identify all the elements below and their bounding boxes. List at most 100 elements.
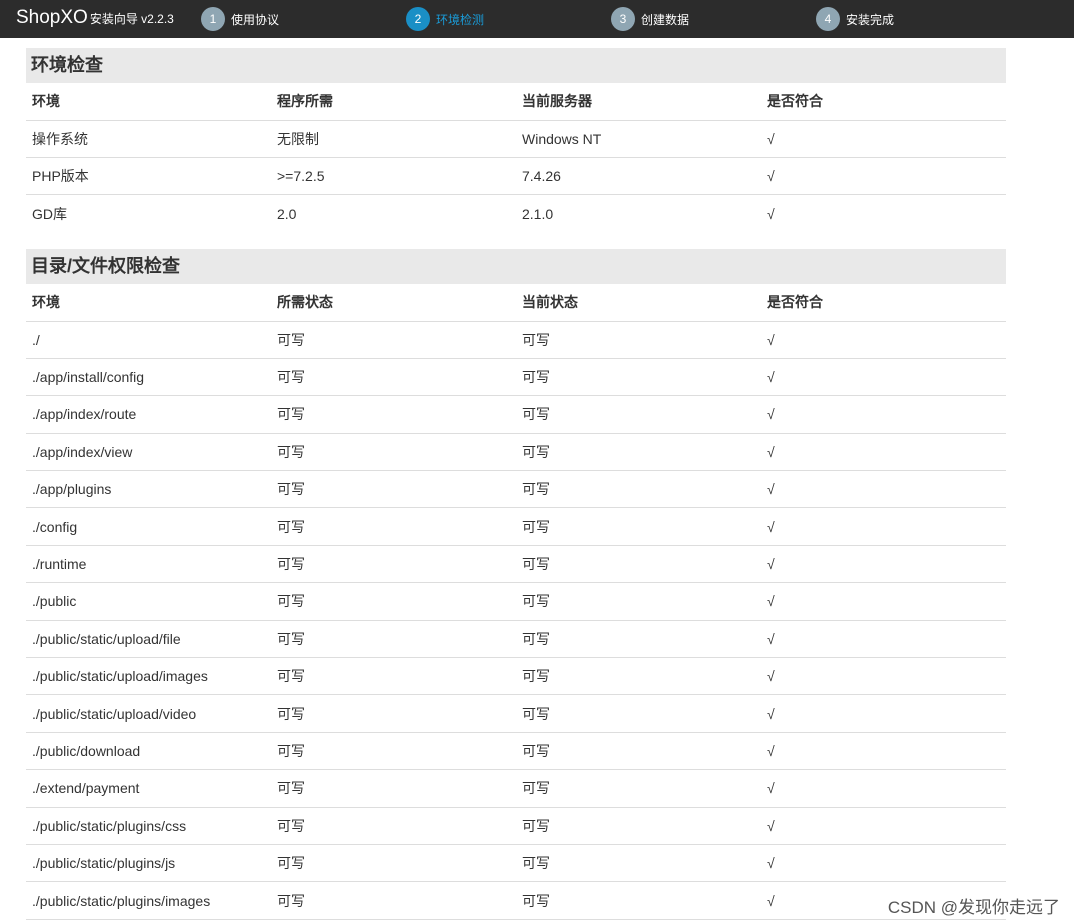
table-cell: 可写 <box>516 395 761 434</box>
table-cell: 可写 <box>516 321 761 359</box>
column-header: 环境 <box>26 83 271 121</box>
table-cell: ./public/static/plugins/css <box>26 807 271 845</box>
table-cell: 可写 <box>516 769 761 808</box>
table-cell: 可写 <box>271 433 516 472</box>
table-cell: ./public/download <box>26 732 271 771</box>
column-header: 当前服务器 <box>516 83 761 121</box>
table-row: ./可写 可写 √ <box>26 321 1006 359</box>
table-cell: 可写 <box>516 620 761 659</box>
column-header: 当前状态 <box>516 284 761 322</box>
table-cell: 可写 <box>271 694 516 733</box>
table-cell: ./app/index/route <box>26 395 271 434</box>
table-cell: ./public/static/upload/images <box>26 657 271 696</box>
check-mark: √ <box>761 507 1006 546</box>
table-cell: 可写 <box>271 844 516 883</box>
table-cell: 可写 <box>271 732 516 771</box>
table-cell: 可写 <box>516 470 761 509</box>
column-header: 是否符合 <box>761 284 1006 322</box>
table-row: ./runtime 可写 可写 √ <box>26 545 1006 584</box>
table-cell: 可写 <box>271 881 516 920</box>
table-cell: 可写 <box>516 582 761 621</box>
table-row: ./public/static/plugins/css 可写 可写 √ <box>26 807 1006 845</box>
check-mark: √ <box>761 582 1006 621</box>
check-mark: √ <box>761 732 1006 771</box>
step-agreement: 1 使用协议 <box>201 7 279 31</box>
top-bar: ShopXO 安装向导 v2.2.3 1 使用协议 2 环境检测 3 创建数据 4… <box>0 0 1074 38</box>
check-mark: √ <box>761 769 1006 808</box>
dir-check-section: 目录/文件权限检查 环境 所需状态 当前状态 是否符合 ./可写 可写 √ ./app… <box>26 249 1006 920</box>
table-cell: ./runtime <box>26 545 271 584</box>
step-number: 4 <box>816 7 840 31</box>
table-row: ./public 可写 可写 √ <box>26 582 1006 621</box>
section-title: 环境检查 <box>26 48 1006 83</box>
step-complete: 4 安装完成 <box>816 7 894 31</box>
table-row: ./app/index/route 可写 可写 √ <box>26 395 1006 434</box>
step-label: 使用协议 <box>231 12 280 27</box>
column-header: 程序所需 <box>271 83 516 121</box>
table-row: ./public/static/upload/video 可写 可写 √ <box>26 694 1006 733</box>
table-row: ./public/static/plugins/js 可写 可写 √ <box>26 844 1006 883</box>
check-mark: √ <box>761 470 1006 509</box>
env-check-table: 环境 程序所需 当前服务器 是否符合 操作系统 无限制 Windows NT √ PHP… <box>26 83 1006 232</box>
table-row: GD库 2.0 2.1.0 √ <box>26 195 1006 232</box>
table-cell: 可写 <box>271 657 516 696</box>
table-cell: PHP版本 <box>26 157 271 196</box>
check-mark: √ <box>761 358 1006 397</box>
table-cell: >=7.2.5 <box>271 157 516 196</box>
check-mark: √ <box>761 657 1006 696</box>
table-cell: Windows NT <box>516 120 761 158</box>
table-cell: 可写 <box>516 358 761 397</box>
table-cell: 可写 <box>271 358 516 397</box>
column-header: 所需状态 <box>271 284 516 322</box>
table-cell: 可写 <box>271 545 516 584</box>
table-cell: 可写 <box>516 732 761 771</box>
table-cell: 可写 <box>271 620 516 659</box>
table-header-row: 环境 程序所需 当前服务器 是否符合 <box>26 83 1006 121</box>
table-cell: 可写 <box>271 582 516 621</box>
table-row: ./app/index/view 可写 可写 √ <box>26 433 1006 472</box>
table-cell: 可写 <box>271 807 516 845</box>
table-cell: 可写 <box>516 844 761 883</box>
check-mark: √ <box>761 545 1006 584</box>
table-cell: 可写 <box>271 769 516 808</box>
table-cell: ./app/plugins <box>26 470 271 509</box>
step-number: 3 <box>611 7 635 31</box>
check-mark: √ <box>761 395 1006 434</box>
dir-check-table: 环境 所需状态 当前状态 是否符合 ./可写 可写 √ ./app/install/c… <box>26 284 1006 920</box>
table-cell: ./public/static/plugins/images <box>26 881 271 920</box>
table-cell: 可写 <box>516 545 761 584</box>
table-cell: ./public <box>26 582 271 621</box>
table-row: 操作系统 无限制 Windows NT √ <box>26 120 1006 158</box>
table-cell: 2.0 <box>277 205 297 222</box>
check-mark: √ <box>761 694 1006 733</box>
step-number: 1 <box>201 7 225 31</box>
step-label: 安装完成 <box>846 12 895 27</box>
table-row: ./app/install/config 可写 可写 √ <box>26 358 1006 397</box>
table-cell: 可写 <box>516 507 761 546</box>
table-row: ./extend/payment 可写 可写 √ <box>26 769 1006 808</box>
brand-subtitle: 安装向导 v2.2.3 <box>89 12 174 26</box>
table-cell: 可写 <box>516 694 761 733</box>
brand-name: ShopXO <box>16 7 88 28</box>
table-row: PHP版本 >=7.2.5 7.4.26 √ <box>26 157 1006 196</box>
table-cell: 2.1.0 <box>522 205 554 222</box>
check-mark: √ <box>761 844 1006 883</box>
table-cell: 7.4.26 <box>516 157 761 196</box>
step-number: 2 <box>406 7 430 31</box>
table-cell: 操作系统 <box>26 120 271 158</box>
watermark: CSDN @发现你走远了 <box>887 893 1060 918</box>
table-cell: ./public/static/plugins/js <box>26 844 271 883</box>
step-label: 环境检测 <box>436 12 485 27</box>
table-cell: ./public/static/upload/video <box>26 694 271 733</box>
table-cell: 可写 <box>516 433 761 472</box>
check-mark: √ <box>761 433 1006 472</box>
table-cell: 可写 <box>516 807 761 845</box>
table-row: ./app/plugins 可写 可写 √ <box>26 470 1006 509</box>
check-mark: √ <box>767 205 775 222</box>
check-mark: √ <box>761 157 1006 196</box>
table-cell: ./ <box>26 321 271 359</box>
table-row: ./public/static/upload/images 可写 可写 √ <box>26 657 1006 696</box>
table-row: ./config 可写 可写 √ <box>26 507 1006 546</box>
column-header: 环境 <box>26 284 271 322</box>
table-cell: ./extend/payment <box>26 769 271 808</box>
